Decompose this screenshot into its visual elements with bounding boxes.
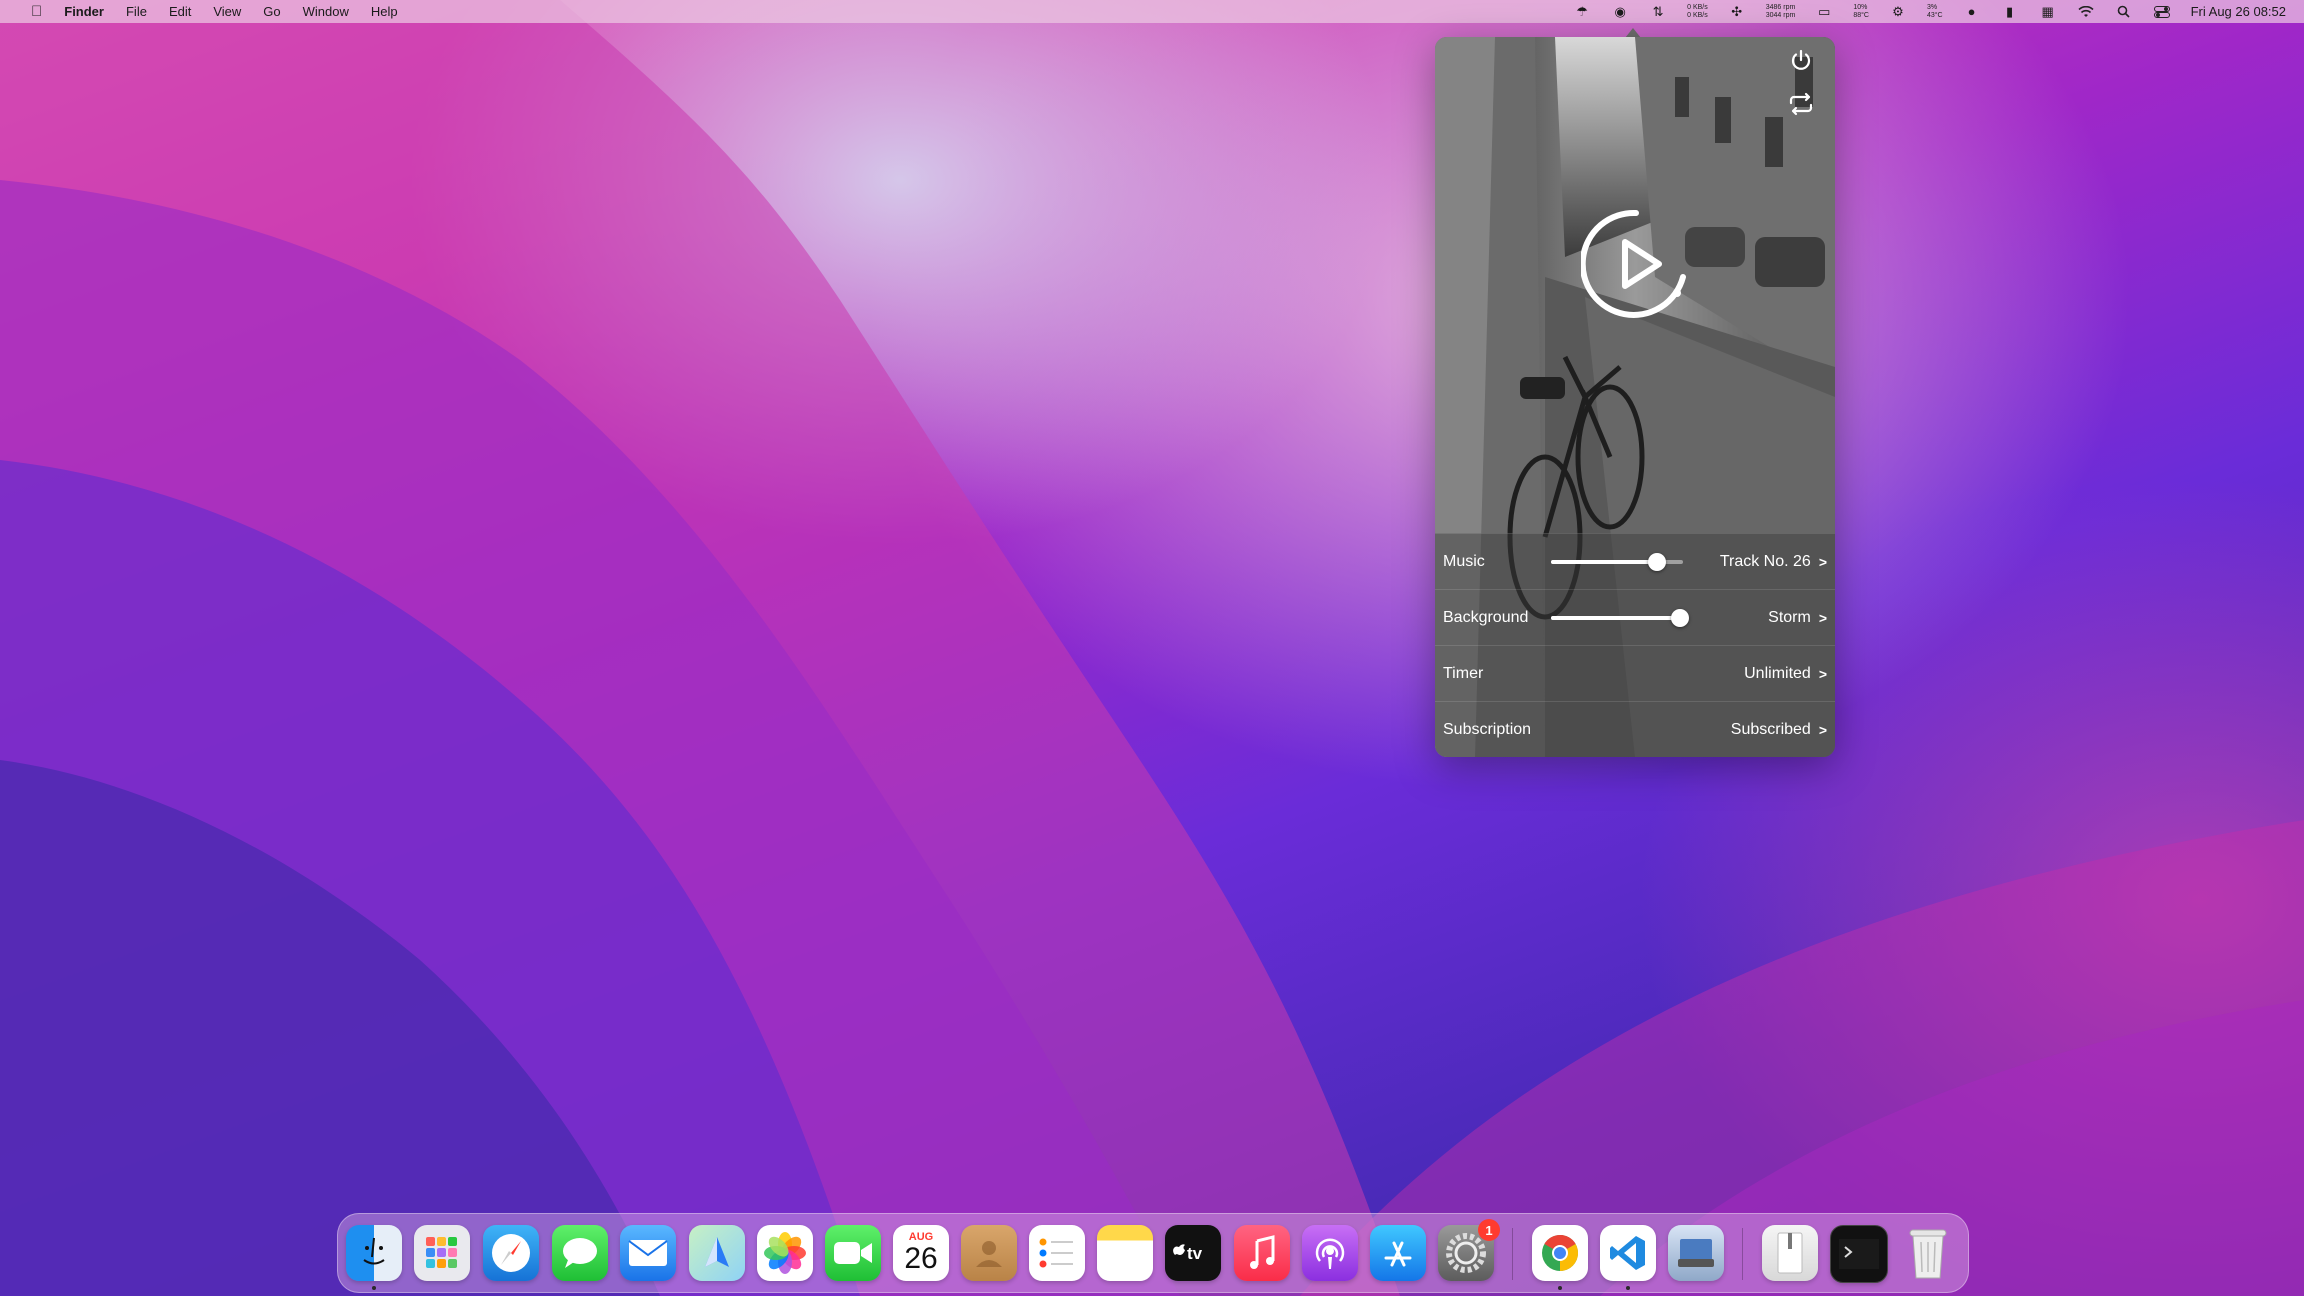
apple-tv-icon[interactable]: tv — [1165, 1225, 1221, 1281]
reminders-icon[interactable] — [1029, 1225, 1085, 1281]
menu-file[interactable]: File — [115, 4, 158, 19]
menu-app-name[interactable]: Finder — [53, 4, 115, 19]
background-row[interactable]: Background Storm > — [1435, 589, 1835, 645]
umbrella-icon[interactable]: ☂ — [1573, 3, 1591, 21]
timer-label: Timer — [1443, 664, 1484, 682]
fan-icon: ✣ — [1731, 3, 1743, 19]
notification-badge: 1 — [1478, 1219, 1500, 1241]
wifi-icon[interactable] — [2077, 3, 2095, 21]
dock-separator — [1512, 1228, 1513, 1280]
finder-icon[interactable] — [346, 1225, 402, 1281]
running-indicator — [1558, 1286, 1562, 1290]
archive-icon[interactable] — [1762, 1225, 1818, 1281]
music-icon[interactable] — [1234, 1225, 1290, 1281]
podcasts-icon[interactable] — [1302, 1225, 1358, 1281]
storm-app-icon[interactable]: ◉ — [1611, 3, 1629, 21]
mail-icon[interactable] — [620, 1225, 676, 1281]
app-store-icon[interactable] — [1370, 1225, 1426, 1281]
memory-icon: ▭ — [1818, 3, 1831, 19]
preview-icon[interactable] — [1668, 1225, 1724, 1281]
launchpad-icon[interactable] — [414, 1225, 470, 1281]
facetime-icon[interactable] — [825, 1225, 881, 1281]
wallpaper — [0, 0, 2304, 1296]
gpu-stats[interactable]: 3% 43°C — [1927, 4, 1943, 20]
menu-help[interactable]: Help — [360, 4, 409, 19]
subscription-row[interactable]: Subscription Subscribed > — [1435, 701, 1835, 757]
apple-menu-icon[interactable]:  — [20, 3, 53, 20]
dock: AUG 26 tv 1 — [337, 1213, 1969, 1293]
system-preferences-icon[interactable]: 1 — [1438, 1219, 1500, 1281]
running-indicator — [372, 1286, 376, 1290]
contacts-icon[interactable] — [961, 1225, 1017, 1281]
repeat-icon[interactable] — [1787, 90, 1815, 118]
search-icon[interactable] — [2115, 3, 2133, 21]
storm-popover: Music Track No. 26 > Background Storm > … — [1435, 37, 1835, 757]
music-track-selector[interactable]: Track No. 26 > — [1720, 553, 1827, 571]
photos-icon[interactable] — [757, 1225, 813, 1281]
background-volume-slider[interactable] — [1551, 608, 1690, 627]
vpn-icon[interactable]: ● — [1963, 3, 1981, 21]
safari-icon[interactable] — [483, 1225, 539, 1281]
menu-edit[interactable]: Edit — [158, 4, 202, 19]
running-indicator — [1626, 1286, 1630, 1290]
cpu-stats[interactable]: 10% 88°C — [1853, 4, 1869, 20]
fan-speed[interactable]: 3486 rpm 3044 rpm — [1766, 4, 1796, 20]
timer-selector[interactable]: Unlimited > — [1744, 665, 1827, 683]
power-icon[interactable] — [1787, 47, 1815, 75]
messages-icon[interactable] — [552, 1225, 608, 1281]
control-center-icon[interactable] — [2153, 3, 2171, 21]
trash-icon[interactable] — [1900, 1225, 1956, 1281]
menu-go[interactable]: Go — [252, 4, 291, 19]
menu-clock[interactable]: Fri Aug 26 08:52 — [2191, 4, 2286, 19]
chip-icon: ⚙ — [1892, 3, 1904, 19]
chevron-right-icon: > — [1818, 609, 1827, 626]
battery-icon[interactable]: ▮ — [2001, 3, 2019, 21]
background-label: Background — [1443, 608, 1529, 626]
chevron-right-icon: > — [1818, 721, 1827, 738]
vscode-icon[interactable] — [1600, 1225, 1656, 1281]
chevron-right-icon: > — [1818, 665, 1827, 682]
chevron-right-icon: > — [1818, 553, 1827, 570]
input-source-icon[interactable]: ▦ — [2039, 3, 2057, 21]
background-sound-selector[interactable]: Storm > — [1768, 609, 1827, 627]
settings-list: Music Track No. 26 > Background Storm > … — [1435, 533, 1835, 757]
subscription-status[interactable]: Subscribed > — [1731, 721, 1827, 739]
menu-window[interactable]: Window — [292, 4, 360, 19]
maps-icon[interactable] — [689, 1225, 745, 1281]
music-label: Music — [1443, 552, 1485, 570]
transfer-arrows-icon[interactable]: ⇅ — [1649, 3, 1667, 21]
dock-separator — [1742, 1228, 1743, 1280]
calendar-icon[interactable]: AUG 26 — [893, 1225, 949, 1281]
network-speed[interactable]: 0 KB/s 0 KB/s — [1687, 4, 1708, 20]
play-button[interactable] — [1581, 209, 1691, 319]
menu-view[interactable]: View — [202, 4, 252, 19]
chrome-icon[interactable] — [1532, 1225, 1588, 1281]
svg-text:tv: tv — [1187, 1244, 1203, 1263]
subscription-label: Subscription — [1443, 720, 1532, 738]
terminal-icon[interactable] — [1830, 1225, 1888, 1283]
menu-bar:  Finder File Edit View Go Window Help ☂… — [0, 0, 2304, 23]
calendar-day: 26 — [904, 1242, 938, 1275]
notes-icon[interactable] — [1097, 1225, 1153, 1281]
music-volume-slider[interactable] — [1551, 552, 1683, 571]
timer-row[interactable]: Timer Unlimited > — [1435, 645, 1835, 701]
music-row[interactable]: Music Track No. 26 > — [1435, 533, 1835, 589]
